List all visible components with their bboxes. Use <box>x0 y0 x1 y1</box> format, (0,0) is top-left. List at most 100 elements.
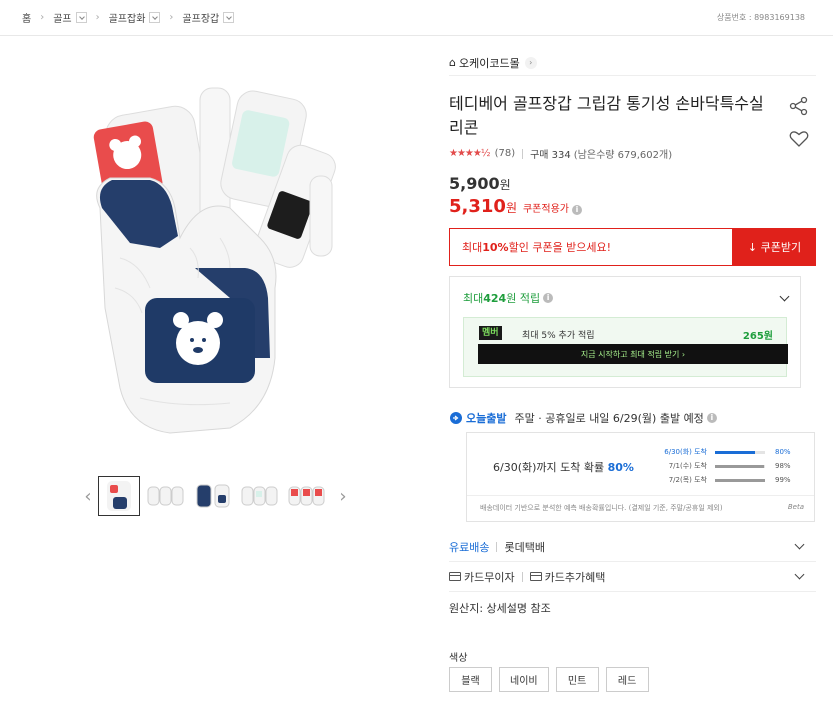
delivery-row[interactable]: 유료배송 롯데택배 <box>449 532 816 562</box>
forecast-label: 7/2(목) 도착 <box>668 476 707 484</box>
thumbnail-strip: ‹ › <box>78 476 353 516</box>
forecast-row: 7/2(목) 도착 99% <box>645 473 805 487</box>
divider <box>467 495 814 496</box>
shipping-text: 주말 · 공휴일로 내일 6/29(월) 출발 예정 <box>514 412 704 425</box>
golf-glove-image <box>93 87 336 434</box>
won-unit: 원 <box>505 201 517 215</box>
thumbnail[interactable] <box>192 476 234 516</box>
breadcrumb-separator: › <box>40 12 45 23</box>
origin-info: 원산지: 상세설명 참조 <box>449 602 551 615</box>
thumbnail[interactable] <box>239 476 281 516</box>
breadcrumb-golf-goods[interactable]: 골프잡화 <box>109 10 161 25</box>
forecast-bar <box>715 478 765 482</box>
info-icon[interactable]: i <box>706 413 717 423</box>
member-amount: 265원 <box>742 331 773 342</box>
forecast-pct: 99% <box>775 476 791 484</box>
delivery-summary: 6/30(화)까지 도착 확률 80% <box>493 459 634 475</box>
coupon-text-prefix: 최대 <box>462 241 483 254</box>
color-option-navy[interactable]: 네이비 <box>499 667 549 692</box>
breadcrumb-label: 골프잡화 <box>108 14 146 25</box>
forecast-pct: 80% <box>775 448 791 456</box>
coupon-banner: 최대 10% 할인 쿠폰을 받으세요! <box>449 228 733 266</box>
rating-row: ★★★★½ (78) 구매 334 (남은수량 679,602개) <box>449 146 672 161</box>
product-number: 상품번호 : 8983169138 <box>716 13 805 22</box>
color-option-mint[interactable]: 민트 <box>555 667 599 692</box>
divider <box>522 148 524 159</box>
paid-delivery-label: 유료배송 <box>449 540 490 554</box>
points-prefix: 최대 <box>463 292 484 305</box>
coupon-rate: 10% <box>482 240 509 254</box>
points-suffix: 원 적립 <box>506 292 541 305</box>
sale-price: 5,310 원 쿠폰적용가 i <box>449 196 582 217</box>
summary-pct: 80% <box>607 461 634 474</box>
breadcrumb-home[interactable]: 홈 <box>22 10 31 25</box>
breadcrumb: 홈 › 골프 › 골프잡화 › 골프장갑 <box>22 10 235 25</box>
share-icon[interactable] <box>789 96 809 119</box>
thumbnail[interactable] <box>145 476 187 516</box>
card-icon <box>449 572 461 581</box>
thumbnail[interactable] <box>286 476 328 516</box>
review-count[interactable]: (78) <box>495 148 516 159</box>
card-icon <box>529 572 542 581</box>
coupon-text-suffix: 할인 쿠폰을 받으세요! <box>508 241 612 254</box>
breadcrumb-separator: › <box>169 12 174 23</box>
home-icon: ⌂ <box>449 56 456 69</box>
product-main-image[interactable] <box>80 58 380 458</box>
points-amount: 424 <box>483 291 507 305</box>
original-price-value: 5,900 <box>449 174 500 193</box>
won-unit: 원 <box>499 178 511 192</box>
thumbnail-next-arrow[interactable]: › <box>333 476 353 516</box>
membership-box: 멤버 최대 5% 추가 적립 265원 지금 시작하고 최대 적립 받기 › <box>463 317 788 377</box>
color-option-black[interactable]: 블랙 <box>449 667 492 692</box>
star-rating: ★★★★½ <box>449 148 491 159</box>
chevron-down-icon[interactable] <box>794 569 805 580</box>
chevron-down-icon[interactable] <box>779 291 790 302</box>
thumbnail-prev-arrow[interactable]: ‹ <box>78 476 98 516</box>
store-link[interactable]: ⌂ 오케이코드몰 › <box>449 50 816 76</box>
points-title[interactable]: 최대 424 원 적립 i <box>463 290 554 306</box>
breadcrumb-label: 골프 <box>53 14 72 25</box>
membership-cta-button[interactable]: 지금 시작하고 최대 적립 받기 › <box>478 344 788 364</box>
original-price: 5,900원 <box>449 174 511 193</box>
forecast-label: 6/30(화) 도착 <box>664 448 707 456</box>
chevron-down-icon[interactable] <box>149 12 161 23</box>
coupon-download-button[interactable]: ↓ 쿠폰받기 <box>733 228 816 266</box>
color-label: 색상 <box>449 653 468 664</box>
divider <box>496 541 498 552</box>
color-options: 블랙 네이비 민트 레드 <box>449 667 656 692</box>
shipping-row: 오늘출발 주말 · 공휴일로 내일 6/29(월) 출발 예정 i <box>449 410 717 426</box>
breadcrumb-golf[interactable]: 골프 <box>53 10 87 25</box>
breadcrumb-separator: › <box>95 12 100 23</box>
member-text: 최대 5% 추가 적립 <box>522 331 595 341</box>
color-option-red[interactable]: 레드 <box>605 667 649 692</box>
forecast-bar <box>715 450 765 454</box>
coupon-price-label: 쿠폰적용가 <box>522 204 569 215</box>
breadcrumb-bar: 홈 › 골프 › 골프잡화 › 골프장갑 상품번호 : 8983169138 <box>0 0 833 36</box>
delivery-forecast: 6/30(화)까지 도착 확률 80% 6/30(화) 도착 80% 7/1(수… <box>466 432 815 522</box>
forecast-pct: 98% <box>775 462 791 470</box>
forecast-row: 6/30(화) 도착 80% <box>645 445 805 459</box>
points-panel: 최대 424 원 적립 i 멤버 최대 5% 추가 적립 265원 지금 시작하… <box>449 276 801 388</box>
forecast-note: 배송데이터 기반으로 분석한 예측 배송확률입니다. (결제일 기준, 주말/공… <box>480 504 723 512</box>
info-icon[interactable]: i <box>543 293 554 303</box>
stock-remaining: (남은수량 679,602개) <box>573 150 673 161</box>
summary-prefix: 6/30(화)까지 도착 확률 <box>493 461 608 474</box>
courier-name: 롯데택배 <box>504 540 545 554</box>
member-badge: 멤버 <box>479 326 502 340</box>
divider <box>521 571 523 582</box>
forecast-label: 7/1(수) 도착 <box>668 462 707 470</box>
today-ship-badge: 오늘출발 <box>466 412 507 425</box>
breadcrumb-golf-gloves[interactable]: 골프장갑 <box>182 10 235 25</box>
thumbnail[interactable] <box>98 476 140 516</box>
heart-icon[interactable] <box>789 130 809 151</box>
card-benefit-label: 카드추가혜택 <box>544 570 606 584</box>
info-icon[interactable]: i <box>571 205 582 215</box>
forecast-rows: 6/30(화) 도착 80% 7/1(수) 도착 98% 7/2(목) 도착 9… <box>645 445 805 487</box>
chevron-down-icon[interactable] <box>75 12 87 23</box>
chevron-down-icon[interactable] <box>223 12 235 23</box>
truck-icon <box>450 412 462 424</box>
forecast-bar <box>715 464 765 468</box>
purchase-count: 구매 334 <box>530 150 571 161</box>
chevron-down-icon[interactable] <box>794 539 805 550</box>
card-benefit-row[interactable]: 카드무이자 카드추가혜택 <box>449 562 816 592</box>
